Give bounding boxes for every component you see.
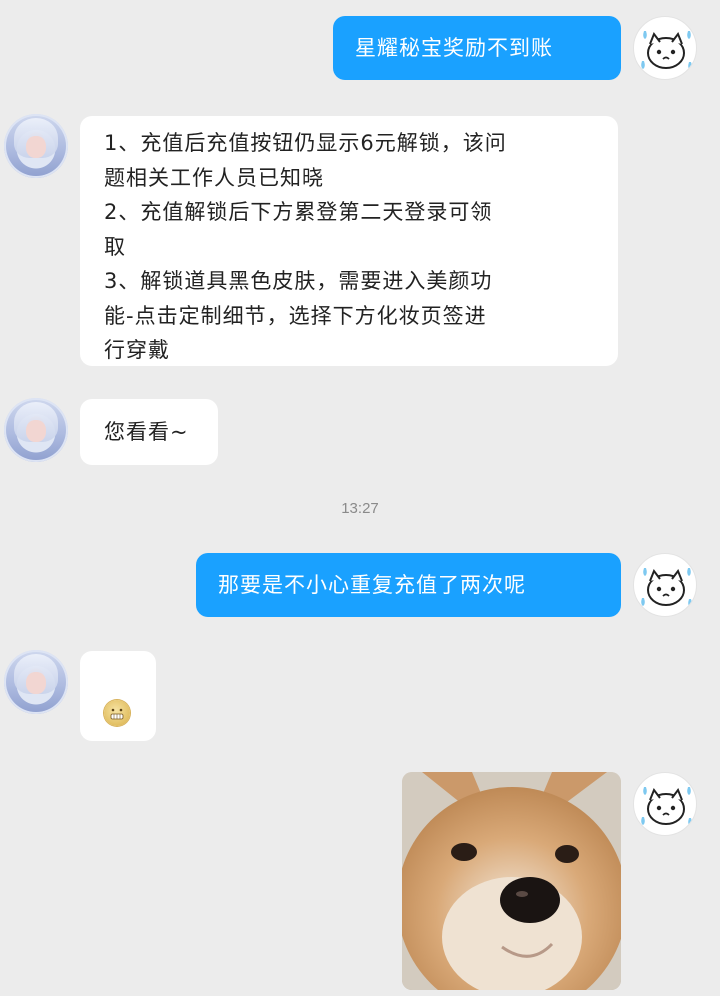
- message-line: 行穿戴: [104, 338, 170, 362]
- message-line: 1、充值后充值按钮仍显示6元解锁，该问: [104, 131, 507, 155]
- shiba-dog-photo[interactable]: [402, 772, 621, 990]
- user-avatar-icon[interactable]: [633, 553, 697, 617]
- incoming-message-bubble[interactable]: 1、充值后充值按钮仍显示6元解锁，该问 题相关工作人员已知晓 2、充值解锁后下方…: [80, 116, 618, 366]
- cs-avatar-icon[interactable]: [4, 398, 68, 462]
- message-timestamp: 13:27: [341, 500, 379, 517]
- message-line: 3、解锁道具黑色皮肤，需要进入美颜功: [104, 269, 493, 293]
- crying-cartoon-avatar-icon: [641, 568, 692, 607]
- outgoing-message-bubble[interactable]: 那要是不小心重复充值了两次呢: [196, 553, 621, 617]
- message-line: 能-点击定制细节，选择下方化妆页签进: [104, 303, 487, 328]
- message-line: 取: [104, 234, 126, 259]
- message-line: 2、充值解锁后下方累登第二天登录可领: [104, 200, 493, 224]
- grimace-emoji-icon: [104, 700, 130, 726]
- message-text: 星耀秘宝奖励不到账: [355, 36, 553, 60]
- incoming-message-bubble[interactable]: [80, 651, 156, 741]
- message-text: 那要是不小心重复充值了两次呢: [218, 573, 526, 597]
- outgoing-message-bubble[interactable]: 星耀秘宝奖励不到账: [333, 16, 621, 80]
- message-text: 您看看~: [104, 420, 189, 444]
- message-line: 题相关工作人员已知晓: [104, 165, 324, 190]
- crying-cartoon-avatar-icon: [641, 787, 692, 826]
- incoming-message-bubble[interactable]: 您看看~: [80, 399, 218, 465]
- user-avatar-icon[interactable]: [633, 772, 697, 836]
- crying-cartoon-avatar-icon: [641, 31, 692, 70]
- cs-avatar-icon[interactable]: [4, 650, 68, 714]
- cs-avatar-icon[interactable]: [4, 114, 68, 178]
- user-avatar-icon[interactable]: [633, 16, 697, 80]
